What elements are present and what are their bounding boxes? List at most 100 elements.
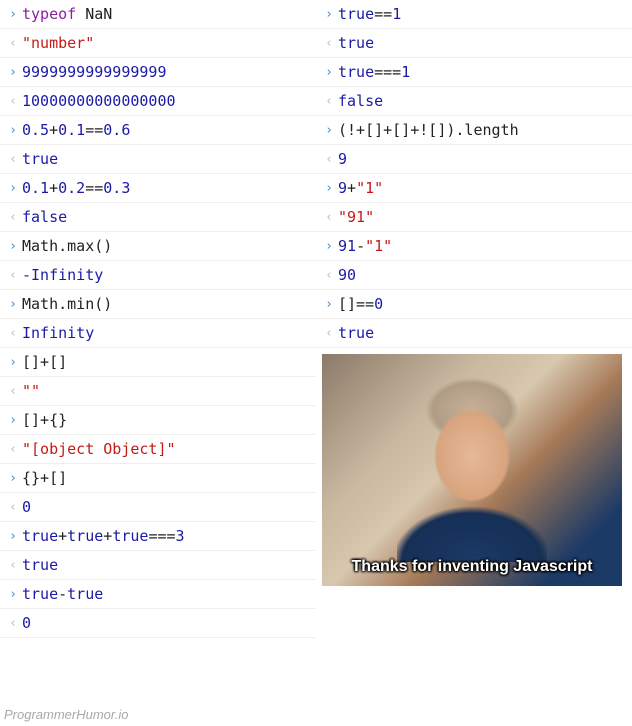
console-column-right: ›true==1‹true›true===1‹false›(!+[]+[]+![…: [316, 0, 632, 638]
console-output-row: ‹0: [0, 493, 316, 522]
output-arrow-icon: ‹: [4, 500, 22, 515]
console-input-row: ›(!+[]+[]+![]).length: [316, 116, 632, 145]
console-code: 9+"1": [338, 179, 626, 197]
console-code: []==0: [338, 295, 626, 313]
console-input-row: ›[]==0: [316, 290, 632, 319]
meme-image: Thanks for inventing Javascript: [322, 354, 622, 586]
console-code: []+[]: [22, 353, 310, 371]
console-input-row: ›[]+{}: [0, 406, 316, 435]
input-arrow-icon: ›: [4, 413, 22, 428]
console-code: "number": [22, 34, 310, 52]
output-arrow-icon: ‹: [320, 94, 338, 109]
code-token: 1: [401, 63, 410, 81]
code-token: 0: [22, 498, 31, 516]
code-token: true: [22, 556, 58, 574]
console-column-left: ›typeof NaN‹"number"›9999999999999999‹10…: [0, 0, 316, 638]
console-code: true: [338, 34, 626, 52]
code-token: true: [67, 585, 103, 603]
code-token: 0.5: [22, 121, 49, 139]
input-arrow-icon: ›: [320, 65, 338, 80]
console-output-row: ‹Infinity: [0, 319, 316, 348]
console-code: false: [22, 208, 310, 226]
console-code: 0.5+0.1==0.6: [22, 121, 310, 139]
console-code: 10000000000000000: [22, 92, 310, 110]
console-code: Math.max(): [22, 237, 310, 255]
console-output-row: ‹true: [0, 145, 316, 174]
code-token: 0.6: [103, 121, 130, 139]
code-token: NaN: [85, 5, 112, 23]
code-token: true: [338, 34, 374, 52]
input-arrow-icon: ›: [4, 297, 22, 312]
code-token: 0: [374, 295, 383, 313]
input-arrow-icon: ›: [4, 587, 22, 602]
input-arrow-icon: ›: [4, 239, 22, 254]
console-code: "": [22, 382, 310, 400]
console-code: 9: [338, 150, 626, 168]
code-token: 0: [22, 614, 31, 632]
code-token: 9999999999999999: [22, 63, 167, 81]
code-token: .min(): [58, 295, 112, 313]
code-token: .max(): [58, 237, 112, 255]
console-output-row: ‹false: [0, 203, 316, 232]
output-arrow-icon: ‹: [320, 326, 338, 341]
code-token: "91": [338, 208, 374, 226]
input-arrow-icon: ›: [4, 123, 22, 138]
console-output-row: ‹"number": [0, 29, 316, 58]
console-input-row: ›typeof NaN: [0, 0, 316, 29]
code-token: 10000000000000000: [22, 92, 176, 110]
code-token: 90: [338, 266, 356, 284]
code-token: {}+[]: [22, 469, 67, 487]
input-arrow-icon: ›: [320, 239, 338, 254]
console-code: true: [338, 324, 626, 342]
console-output-row: ‹true: [316, 319, 632, 348]
input-arrow-icon: ›: [320, 297, 338, 312]
code-token: +: [58, 527, 67, 545]
console-input-row: ›Math.min(): [0, 290, 316, 319]
console-output-row: ‹90: [316, 261, 632, 290]
input-arrow-icon: ›: [4, 471, 22, 486]
console-code: true: [22, 556, 310, 574]
code-token: ==: [374, 5, 392, 23]
console-output-row: ‹9: [316, 145, 632, 174]
console-code: []+{}: [22, 411, 310, 429]
console-code: true: [22, 150, 310, 168]
console-input-row: ›true==1: [316, 0, 632, 29]
console-input-row: ›true+true+true===3: [0, 522, 316, 551]
code-token: +: [103, 527, 112, 545]
console-code: Infinity: [22, 324, 310, 342]
code-token: true: [112, 527, 148, 545]
console-output-row: ‹true: [316, 29, 632, 58]
code-token: false: [22, 208, 67, 226]
console-code: true===1: [338, 63, 626, 81]
console-input-row: ›9999999999999999: [0, 58, 316, 87]
code-token: "[object Object]": [22, 440, 176, 458]
code-token: -Infinity: [22, 266, 103, 284]
output-arrow-icon: ‹: [4, 152, 22, 167]
output-arrow-icon: ‹: [4, 326, 22, 341]
console-code: 90: [338, 266, 626, 284]
code-token: 0.1: [22, 179, 49, 197]
code-token: 0.2: [58, 179, 85, 197]
console-output-row: ‹true: [0, 551, 316, 580]
code-token: 9: [338, 150, 347, 168]
output-arrow-icon: ‹: [4, 36, 22, 51]
console-code: "[object Object]": [22, 440, 310, 458]
console-input-row: ›true-true: [0, 580, 316, 609]
code-token: "number": [22, 34, 94, 52]
code-token: +: [347, 179, 356, 197]
console-code: true-true: [22, 585, 310, 603]
code-token: +: [49, 179, 58, 197]
code-token: true: [22, 527, 58, 545]
console-code: true+true+true===3: [22, 527, 310, 545]
console-input-row: ›Math.max(): [0, 232, 316, 261]
code-token: 0.1: [58, 121, 85, 139]
code-token: 9: [338, 179, 347, 197]
code-token: true: [338, 63, 374, 81]
console-input-row: ›{}+[]: [0, 464, 316, 493]
input-arrow-icon: ›: [4, 355, 22, 370]
input-arrow-icon: ›: [320, 123, 338, 138]
code-token: true: [22, 150, 58, 168]
code-token: 3: [176, 527, 185, 545]
console-code: false: [338, 92, 626, 110]
output-arrow-icon: ‹: [4, 384, 22, 399]
